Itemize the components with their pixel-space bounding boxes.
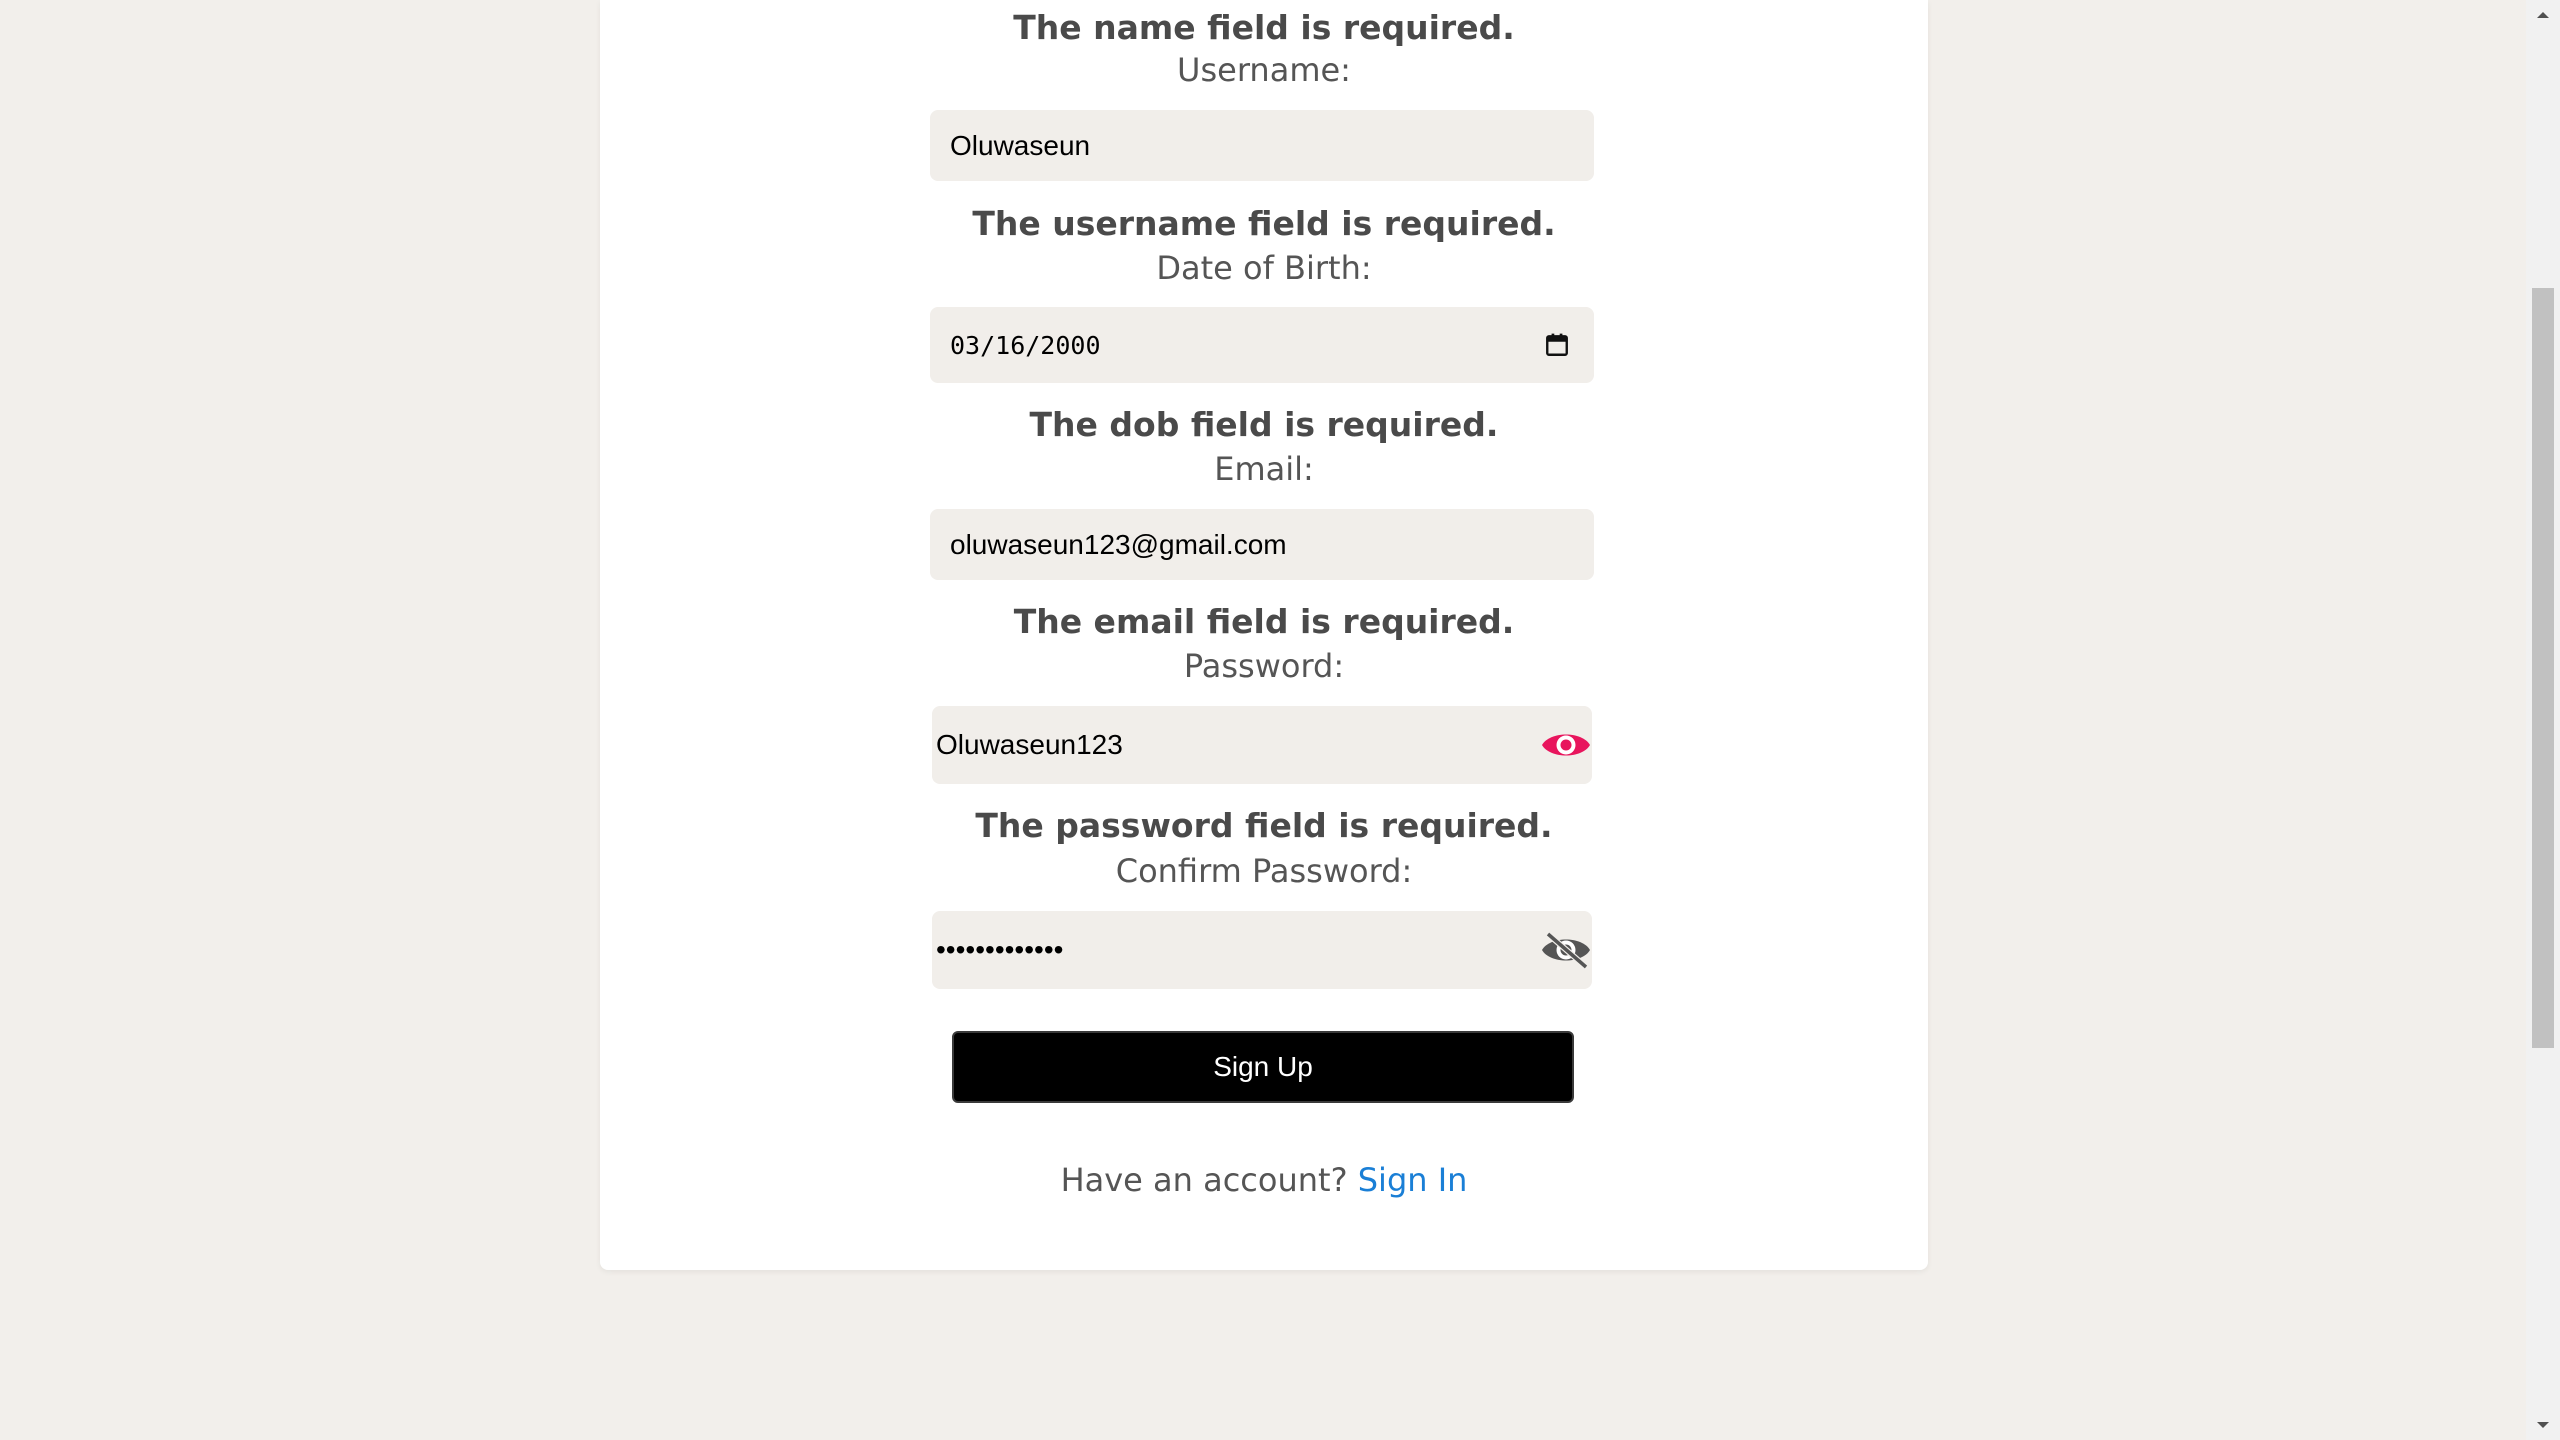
dob-label: Date of Birth: — [1156, 249, 1372, 287]
email-label: Email: — [1214, 450, 1314, 488]
dob-field[interactable]: 03/16/2000 — [930, 307, 1594, 383]
username-error: The username field is required. — [972, 204, 1556, 243]
username-value: Oluwaseun — [950, 129, 1091, 161]
confirm-password-value: ••••••••••••• — [936, 934, 1064, 965]
scroll-thumb[interactable] — [2532, 288, 2554, 1048]
have-account-text: Have an account? Sign In — [600, 1160, 1928, 1200]
email-field[interactable]: oluwaseun123@gmail.com — [930, 509, 1594, 580]
dob-error: The dob field is required. — [1029, 405, 1499, 444]
caret-up-icon — [2537, 12, 2549, 18]
password-error: The password field is required. — [975, 806, 1553, 845]
password-field[interactable]: Oluwaseun123 — [932, 706, 1592, 784]
username-field[interactable]: Oluwaseun — [930, 110, 1594, 181]
password-label: Password: — [1183, 647, 1345, 685]
account-prompt: Have an account? — [1060, 1161, 1348, 1199]
email-value: oluwaseun123@gmail.com — [950, 528, 1287, 560]
calendar-icon[interactable] — [1544, 332, 1570, 358]
sign-up-button[interactable]: Sign Up — [952, 1031, 1574, 1103]
sign-in-link[interactable]: Sign In — [1358, 1161, 1468, 1199]
confirm-password-field[interactable]: ••••••••••••• — [932, 911, 1592, 989]
scroll-up-arrow[interactable] — [2526, 0, 2560, 30]
scroll-down-arrow[interactable] — [2526, 1410, 2560, 1440]
eye-off-icon[interactable] — [1540, 930, 1592, 970]
email-error: The email field is required. — [1013, 602, 1515, 641]
password-value: Oluwaseun123 — [936, 729, 1123, 760]
signup-form-card: The name field is required. Username: Ol… — [600, 0, 1928, 1270]
name-error: The name field is required. — [1013, 8, 1515, 47]
vertical-scrollbar[interactable] — [2526, 0, 2560, 1440]
username-label: Username: — [1177, 51, 1351, 89]
page: The name field is required. Username: Ol… — [0, 0, 2560, 1440]
dob-value: 03/16/2000 — [950, 330, 1101, 360]
caret-down-icon — [2537, 1422, 2549, 1428]
eye-icon[interactable] — [1540, 725, 1592, 765]
confirm-password-label: Confirm Password: — [1115, 852, 1413, 890]
